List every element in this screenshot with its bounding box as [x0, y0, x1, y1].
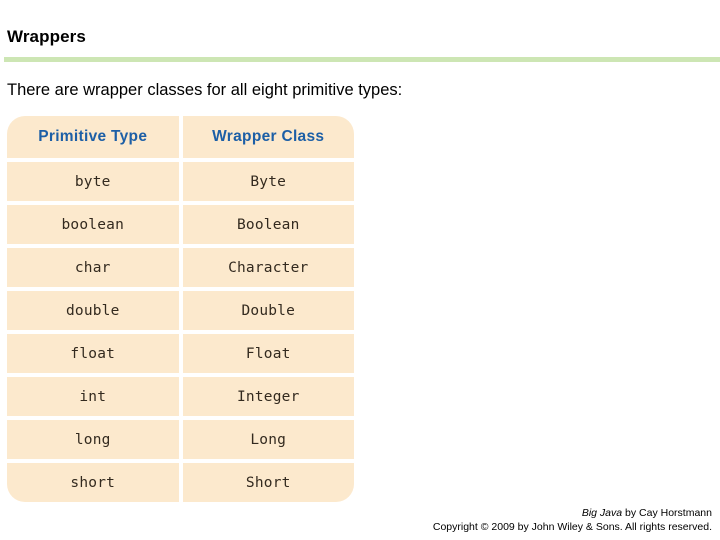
cell-wrapper-class: Boolean — [182, 205, 354, 244]
credits-block: Big Java by Cay Horstmann Copyright © 20… — [433, 507, 712, 534]
cell-wrapper-class: Short — [182, 463, 354, 502]
book-author: by Cay Horstmann — [622, 507, 712, 519]
column-header-primitive-type: Primitive Type — [7, 116, 179, 158]
book-title: Big Java — [581, 507, 623, 519]
table-row: long Long — [7, 420, 354, 459]
cell-wrapper-class: Integer — [182, 377, 354, 416]
table-header: Primitive Type Wrapper Class — [7, 116, 354, 158]
credits-book-line: Big Java by Cay Horstmann — [433, 507, 712, 521]
table-row: double Double — [7, 291, 354, 330]
cell-wrapper-class: Long — [182, 420, 354, 459]
wrapper-table: Primitive Type Wrapper Class byte Byte b… — [3, 112, 358, 506]
wrapper-table-container: Primitive Type Wrapper Class byte Byte b… — [3, 112, 358, 506]
table-row: float Float — [7, 334, 354, 373]
cell-wrapper-class: Double — [182, 291, 354, 330]
cell-primitive-type: int — [7, 377, 179, 416]
table-row: int Integer — [7, 377, 354, 416]
table-row: boolean Boolean — [7, 205, 354, 244]
cell-primitive-type: double — [7, 291, 179, 330]
cell-primitive-type: boolean — [7, 205, 179, 244]
table-header-row: Primitive Type Wrapper Class — [7, 116, 354, 158]
title-divider — [4, 57, 720, 62]
cell-wrapper-class: Float — [182, 334, 354, 373]
table-body: byte Byte boolean Boolean char Character… — [7, 162, 354, 502]
cell-primitive-type: long — [7, 420, 179, 459]
cell-primitive-type: float — [7, 334, 179, 373]
table-row: char Character — [7, 248, 354, 287]
table-row: byte Byte — [7, 162, 354, 201]
column-header-wrapper-class: Wrapper Class — [182, 116, 354, 158]
body-text: There are wrapper classes for all eight … — [7, 81, 403, 99]
cell-primitive-type: byte — [7, 162, 179, 201]
copyright-notice: Copyright © 2009 by John Wiley & Sons. A… — [432, 520, 712, 533]
cell-wrapper-class: Character — [182, 248, 354, 287]
cell-primitive-type: char — [7, 248, 179, 287]
cell-primitive-type: short — [7, 463, 179, 502]
cell-wrapper-class: Byte — [182, 162, 354, 201]
page-title: Wrappers — [7, 27, 86, 46]
table-row: short Short — [7, 463, 354, 502]
